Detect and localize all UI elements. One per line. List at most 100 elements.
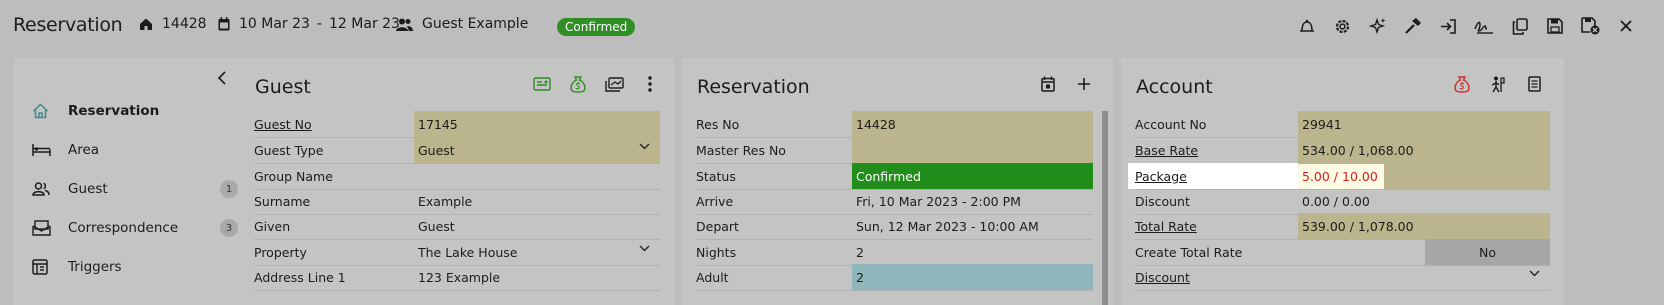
master-res-no-field[interactable] (852, 137, 1093, 163)
create-total-rate-label: Create Total Rate (1135, 244, 1243, 260)
panel-title: Guest (255, 76, 311, 98)
signature-icon[interactable] (1467, 14, 1503, 38)
create-total-rate-toggle[interactable]: No (1425, 239, 1550, 265)
discount-select-label[interactable]: Discount (1135, 264, 1190, 290)
bell-icon[interactable] (1289, 14, 1325, 38)
guest-name-text: Guest Example (422, 16, 529, 32)
guest-name: Guest Example (396, 16, 528, 32)
field-row: Total Rate 539.00 / 1,078.00 (1135, 213, 1550, 240)
chevron-down-icon (639, 143, 650, 150)
save-close-icon[interactable] (1573, 14, 1609, 38)
sidebar: Reservation Area Guest 1 Correspondence … (14, 58, 248, 305)
arrive-field[interactable]: Fri, 10 Mar 2023 - 2:00 PM (852, 188, 1093, 214)
calendar-icon (218, 17, 230, 31)
group-name-field[interactable] (414, 163, 660, 189)
given-label: Given (254, 218, 291, 234)
guest-type-label: Guest Type (254, 142, 324, 158)
base-rate-field[interactable]: 534.00 / 1,068.00 (1298, 137, 1550, 163)
property-select[interactable]: The Lake House (414, 239, 660, 265)
discount-select[interactable] (1298, 264, 1550, 290)
package-field-bg: 5.00 / 10.00 (1298, 163, 1550, 189)
total-rate-label[interactable]: Total Rate (1135, 213, 1197, 239)
panel-title: Account (1136, 76, 1213, 98)
more-vertical-icon[interactable] (632, 72, 668, 96)
plus-icon[interactable] (1066, 72, 1102, 96)
field-row: Account No 29941 (1135, 111, 1550, 138)
document-icon[interactable] (1516, 72, 1552, 96)
master-res-no-label: Master Res No (696, 142, 786, 158)
gear-icon[interactable] (1325, 14, 1361, 38)
depart-field[interactable]: Sun, 12 Mar 2023 - 10:00 AM (852, 213, 1093, 239)
sidebar-item-correspondence[interactable]: Correspondence 3 (32, 217, 248, 239)
field-row: Res No 14428 (696, 111, 1093, 138)
chevron-down-icon (1529, 270, 1540, 277)
res-number: 14428 (139, 16, 207, 32)
depart-label: Depart (696, 218, 739, 234)
field-row: Given Guest (254, 213, 660, 240)
sidebar-item-label: Reservation (68, 103, 160, 119)
surname-field[interactable]: Example (414, 188, 660, 214)
res-number-text: 14428 (162, 16, 207, 32)
account-no-field[interactable]: 29941 (1298, 111, 1550, 137)
scrollbar[interactable] (1102, 111, 1108, 305)
guest-no-label[interactable]: Guest No (254, 111, 312, 137)
mail-icon (32, 220, 54, 236)
field-row: Group Name (254, 163, 660, 190)
nights-field[interactable]: 2 (852, 239, 1093, 265)
date-separator: - (316, 16, 323, 32)
copy-icon[interactable] (1502, 14, 1538, 38)
walk-in-icon[interactable] (1480, 72, 1516, 96)
field-row: Discount (1135, 264, 1550, 291)
check-in-icon[interactable] (1431, 14, 1467, 38)
field-row: Discount 0.00 / 0.00 (1135, 188, 1550, 215)
property-value: The Lake House (418, 244, 518, 260)
res-no-label: Res No (696, 116, 740, 132)
sidebar-item-triggers[interactable]: Triggers (32, 256, 248, 278)
adult-field[interactable]: 2 (852, 264, 1093, 290)
field-row: Arrive Fri, 10 Mar 2023 - 2:00 PM (696, 188, 1093, 215)
status-field[interactable]: Confirmed (852, 163, 1093, 189)
field-row: Nights 2 (696, 239, 1093, 266)
package-field[interactable]: 5.00 / 10.00 (1298, 163, 1384, 189)
count-badge: 3 (220, 219, 238, 237)
discount-field[interactable]: 0.00 / 0.00 (1298, 188, 1550, 214)
count-badge: 1 (220, 180, 238, 198)
sidebar-item-reservation[interactable]: Reservation (32, 100, 248, 122)
sidebar-item-label: Correspondence (68, 220, 179, 236)
given-field[interactable]: Guest (414, 213, 660, 239)
adult-label: Adult (696, 269, 729, 285)
home-icon (32, 103, 54, 119)
field-row: Guest Type Guest (254, 137, 660, 164)
id-card-icon[interactable] (524, 72, 560, 96)
cards-icon[interactable] (596, 72, 632, 96)
panel-title: Reservation (697, 76, 810, 98)
users-icon (396, 18, 413, 31)
guest-no-field[interactable]: 17145 (414, 111, 660, 137)
package-label[interactable]: Package (1128, 163, 1299, 189)
address-line-1-field[interactable]: 123 Example (414, 264, 660, 290)
surname-label: Surname (254, 193, 311, 209)
save-icon[interactable] (1538, 14, 1574, 38)
hammer-icon[interactable] (1396, 14, 1432, 38)
field-row: Depart Sun, 12 Mar 2023 - 10:00 AM (696, 213, 1093, 240)
res-no-field[interactable]: 14428 (852, 111, 1093, 137)
base-rate-label[interactable]: Base Rate (1135, 137, 1198, 163)
sidebar-item-guest[interactable]: Guest 1 (32, 178, 248, 200)
sidebar-item-label: Area (68, 142, 100, 158)
sparkle-icon[interactable] (1360, 14, 1396, 38)
total-rate-field[interactable]: 539.00 / 1,078.00 (1298, 213, 1550, 239)
close-icon[interactable] (1609, 14, 1645, 38)
money-bag-icon[interactable] (1444, 72, 1480, 96)
field-row: Address Line 1 123 Example (254, 264, 660, 291)
discount-label: Discount (1135, 193, 1190, 209)
field-row: Package 5.00 / 10.00 (1128, 163, 1550, 190)
money-bag-icon[interactable] (560, 72, 596, 96)
home-icon (140, 18, 152, 30)
field-row: Property The Lake House (254, 239, 660, 266)
calendar-add-icon[interactable] (1030, 72, 1066, 96)
group-name-label: Group Name (254, 168, 333, 184)
guest-type-select[interactable]: Guest (414, 137, 660, 163)
account-no-label: Account No (1135, 116, 1207, 132)
chevron-left-icon[interactable] (217, 70, 227, 89)
sidebar-item-area[interactable]: Area (32, 139, 248, 161)
